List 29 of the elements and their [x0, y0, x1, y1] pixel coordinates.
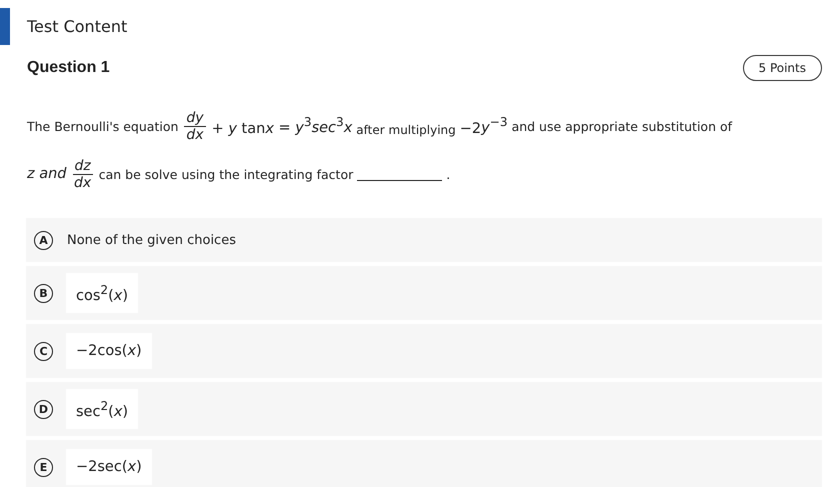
answer-option[interactable]: A None of the given choices: [26, 218, 822, 262]
answer-option[interactable]: B cos$^{2}$(x): [26, 266, 822, 320]
option-letter: C: [34, 342, 53, 360]
question-text: .: [446, 166, 450, 182]
option-letter: A: [34, 230, 53, 250]
answer-option[interactable]: D sec$^{2}$(x): [26, 382, 822, 436]
answer-option[interactable]: C −2cos(x): [26, 324, 822, 378]
page-title: Test Content: [27, 17, 128, 36]
question-text: and use appropriate substitution of: [512, 118, 732, 134]
fraction: dy dx: [184, 110, 206, 142]
math-expression: z and: [27, 166, 66, 182]
fraction: dz dx: [72, 158, 93, 190]
option-math: sec$^{2}$(x): [66, 388, 138, 430]
math-expression: + y tanx = y$^{3}$sec$^{3}$x: [212, 116, 352, 136]
answer-option[interactable]: E −2sec(x): [26, 440, 822, 487]
question-text: The Bernoulli's equation: [27, 118, 178, 134]
math-expression: −2y$^{−3}$: [460, 116, 508, 136]
option-letter: B: [34, 284, 53, 302]
option-math: cos$^{2}$(x): [66, 272, 138, 314]
option-math: −2cos(x): [66, 333, 152, 369]
points-badge: 5 Points: [742, 54, 822, 80]
question-title: Question 1: [27, 58, 110, 76]
option-letter: D: [34, 400, 53, 418]
header-accent-bar: [0, 8, 10, 45]
option-letter: E: [34, 458, 53, 476]
option-math: −2sec(x): [66, 449, 152, 485]
question-text: after multiplying: [356, 123, 456, 137]
option-text: None of the given choices: [67, 232, 236, 248]
question-text: can be solve using the integrating factor: [98, 166, 354, 182]
